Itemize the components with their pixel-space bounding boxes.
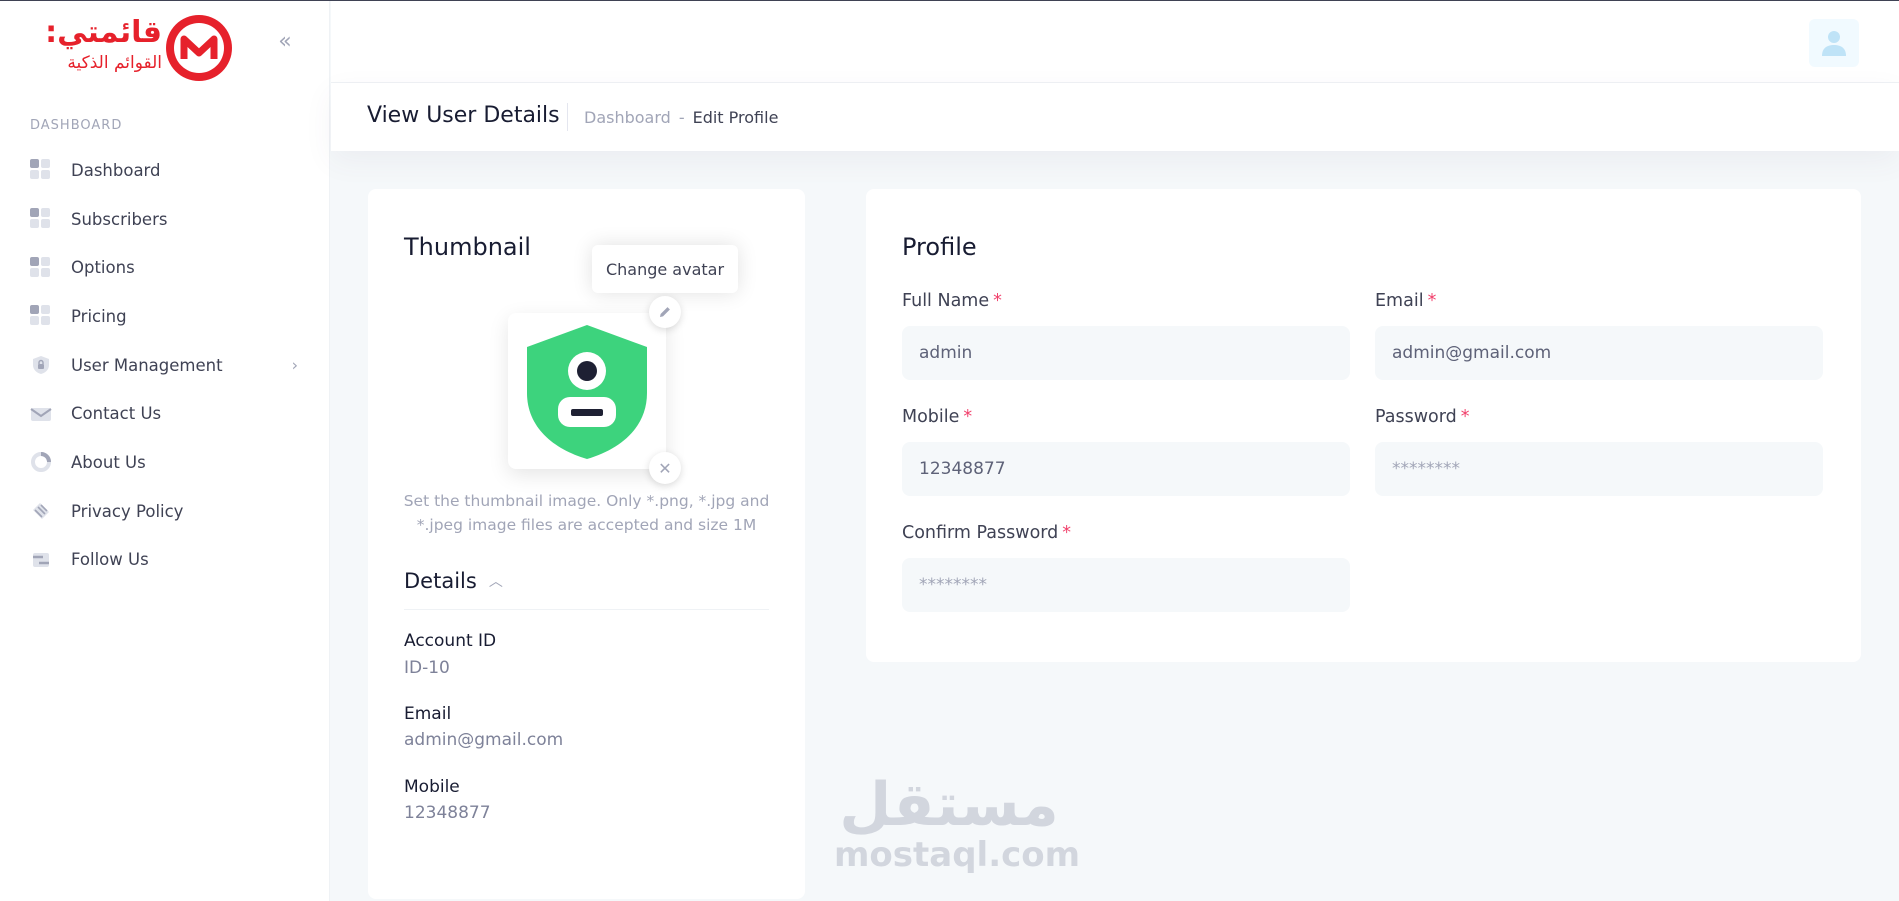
shield-stripes-icon [30,500,52,522]
profile-card: Profile Full Name* Email* Mobile* Passwo… [866,189,1861,662]
detail-mobile-value: 12348877 [404,803,491,823]
confirm-password-label: Confirm Password * [902,523,1072,543]
details-toggle[interactable]: Details ︿ [404,569,503,593]
brand-logo[interactable]: قائمتي: القوائم الذكية [36,15,232,83]
sidebar-item-label: About Us [71,452,146,472]
top-header [331,1,1899,83]
sidebar-item-label: Options [71,258,135,278]
grid-icon [30,159,52,181]
watermark: مستقل mostaql.com [834,770,1081,875]
envelope-icon [30,403,52,425]
mobile-label: Mobile * [902,407,973,427]
full-name-input[interactable] [902,326,1350,380]
confirm-password-input[interactable] [902,558,1350,612]
detail-email-label: Email [404,704,452,724]
breadcrumb-separator: - [678,108,685,127]
sidebar-item-follow-us[interactable]: Follow Us [0,536,330,585]
detail-mobile-label: Mobile [404,777,460,797]
sidebar-item-label: Subscribers [71,209,168,229]
breadcrumb-dashboard[interactable]: Dashboard [584,108,671,127]
title-divider [567,103,568,131]
thumbnail-hint: Set the thumbnail image. Only *.png, *.j… [403,492,770,534]
details-label: Details [404,569,477,593]
shield-lock-icon [30,354,52,376]
sidebar-item-privacy-policy[interactable]: Privacy Policy [0,487,330,536]
user-icon [1822,31,1846,56]
sidebar: قائمتي: القوائم الذكية « DASHBOARD Dashb… [0,1,330,901]
sidebar-collapse-icon[interactable]: « [272,29,298,55]
email-input[interactable] [1375,326,1823,380]
logo-title: قائمتي: [45,15,162,50]
chevron-up-icon: ︿ [488,574,503,590]
account-id-value: ID-10 [404,658,450,678]
share-icon [30,549,52,571]
thumbnail-title: Thumbnail [404,233,531,261]
detail-email-value: admin@gmail.com [404,730,564,750]
breadcrumb: Dashboard - Edit Profile [584,108,778,127]
sidebar-item-about-us[interactable]: About Us [0,438,330,487]
password-input[interactable] [1375,442,1823,496]
account-id-label: Account ID [404,631,497,651]
watermark-arabic: مستقل [839,770,1059,840]
sidebar-item-label: Dashboard [71,160,161,180]
sidebar-item-user-management[interactable]: User Management › [0,341,330,390]
grid-icon [30,256,52,279]
sidebar-item-options[interactable]: Options [0,243,330,292]
pencil-icon [660,307,670,317]
sidebar-item-contact-us[interactable]: Contact Us [0,389,330,438]
avatar-preview [508,313,666,469]
details-divider [404,609,769,610]
page-toolbar: View User Details Dashboard - Edit Profi… [331,83,1899,151]
donut-chart-icon [30,451,52,473]
change-avatar-button[interactable] [649,296,681,328]
sidebar-item-label: Contact Us [71,404,162,424]
password-label: Password * [1375,407,1470,427]
grid-icon [30,208,52,230]
shield-user-icon [527,325,647,459]
chevron-right-icon: › [291,355,298,375]
sidebar-item-dashboard[interactable]: Dashboard [0,146,330,195]
watermark-latin: mostaql.com [834,835,1081,875]
close-icon: ✕ [658,458,672,478]
user-menu-button[interactable] [1809,19,1859,67]
sidebar-item-subscribers[interactable]: Subscribers [0,195,330,244]
sidebar-item-label: Follow Us [71,550,149,570]
thumbnail-card: Thumbnail Change avatar ✕ Set the thumbn… [368,189,805,899]
grid-icon [30,305,52,327]
sidebar-menu: Dashboard Subscribers Options Pricing Us… [0,146,330,584]
remove-avatar-button[interactable]: ✕ [649,452,681,484]
profile-title: Profile [902,233,977,261]
sidebar-item-label: Pricing [71,306,127,326]
page-title: View User Details [367,103,560,128]
email-label: Email * [1375,291,1437,311]
sidebar-item-label: User Management [71,355,223,375]
menu-section-title: DASHBOARD [30,118,123,133]
full-name-label: Full Name * [902,291,1002,311]
mobile-input[interactable] [902,442,1350,496]
sidebar-item-label: Privacy Policy [71,501,184,521]
sidebar-item-pricing[interactable]: Pricing [0,292,330,341]
logo-badge-icon [166,15,232,81]
breadcrumb-current: Edit Profile [692,108,779,127]
change-avatar-tooltip: Change avatar [592,245,738,293]
logo-subtitle: القوائم الذكية [67,53,162,73]
